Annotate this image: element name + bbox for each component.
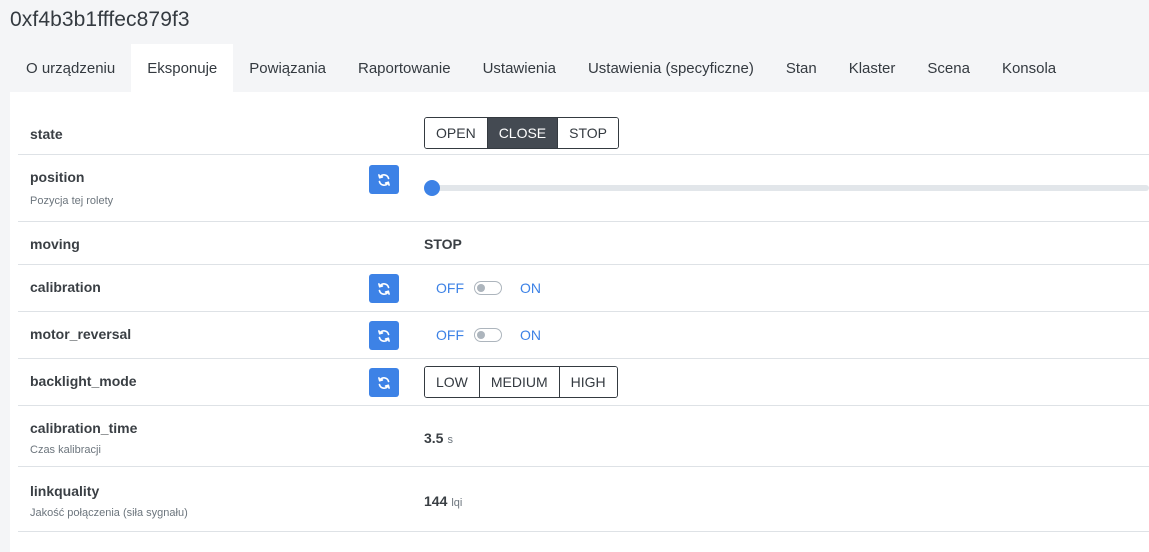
state-open-button[interactable]: OPEN xyxy=(425,118,487,148)
tab-bar: O urządzeniu Eksponuje Powiązania Raport… xyxy=(10,44,1072,92)
row-backlight-mode: backlight_mode LOW MEDIUM HIGH xyxy=(18,359,1149,406)
refresh-icon xyxy=(378,282,390,295)
row-label: linkquality xyxy=(30,483,100,499)
row-calibration-time: calibration_time Czas kalibracji 3.5 s xyxy=(18,406,1149,467)
backlight-low-button[interactable]: LOW xyxy=(425,367,479,397)
calibration-toggle: OFF ON xyxy=(436,278,541,298)
page-title: 0xf4b3b1fffec879f3 xyxy=(10,8,190,31)
tab-ustawienia-specyficzne[interactable]: Ustawienia (specyficzne) xyxy=(572,44,770,92)
calibration-refresh-button[interactable] xyxy=(369,274,399,303)
row-state: state OPEN CLOSE STOP xyxy=(18,107,1149,155)
tab-eksponuje[interactable]: Eksponuje xyxy=(131,44,234,92)
switch-knob xyxy=(477,284,485,292)
row-linkquality: linkquality Jakość połączenia (siła sygn… xyxy=(18,467,1149,532)
calibration-on-label[interactable]: ON xyxy=(520,280,541,296)
tab-raportowanie[interactable]: Raportowanie xyxy=(342,44,467,92)
position-slider[interactable] xyxy=(424,180,1149,196)
calibration-off-label[interactable]: OFF xyxy=(436,280,464,296)
calibration-time-unit: s xyxy=(447,434,453,446)
row-label: position xyxy=(30,169,85,185)
state-stop-button[interactable]: STOP xyxy=(557,118,619,148)
slider-thumb[interactable] xyxy=(424,180,440,196)
state-close-button[interactable]: CLOSE xyxy=(486,118,558,148)
backlight-mode-refresh-button[interactable] xyxy=(369,368,399,397)
refresh-icon xyxy=(378,173,390,186)
motor-reversal-toggle: OFF ON xyxy=(436,325,541,345)
row-label: backlight_mode xyxy=(30,373,137,389)
tab-scena[interactable]: Scena xyxy=(911,44,986,92)
slider-track xyxy=(424,185,1149,191)
tab-klaster[interactable]: Klaster xyxy=(833,44,912,92)
linkquality-value: 144 lqi xyxy=(424,493,462,509)
motor-reversal-refresh-button[interactable] xyxy=(369,321,399,350)
row-label: motor_reversal xyxy=(30,326,132,342)
calibration-time-number: 3.5 xyxy=(424,430,444,446)
backlight-medium-button[interactable]: MEDIUM xyxy=(478,367,559,397)
refresh-icon xyxy=(378,329,390,342)
tab-powiazania[interactable]: Powiązania xyxy=(233,44,342,92)
row-moving: moving STOP xyxy=(18,222,1149,265)
row-label: calibration xyxy=(30,279,101,295)
switch-knob xyxy=(477,331,485,339)
calibration-time-value: 3.5 s xyxy=(424,430,453,446)
tab-o-urzadzeniu[interactable]: O urządzeniu xyxy=(10,44,131,92)
row-label: state xyxy=(30,126,63,142)
row-calibration: calibration OFF ON xyxy=(18,265,1149,312)
tab-stan[interactable]: Stan xyxy=(770,44,833,92)
row-description: Czas kalibracji xyxy=(30,444,101,456)
motor-reversal-on-label[interactable]: ON xyxy=(520,327,541,343)
backlight-mode-button-group: LOW MEDIUM HIGH xyxy=(424,366,618,398)
row-label: calibration_time xyxy=(30,420,138,436)
state-button-group: OPEN CLOSE STOP xyxy=(424,117,620,149)
motor-reversal-switch[interactable] xyxy=(474,328,502,342)
moving-value: STOP xyxy=(424,236,462,252)
backlight-high-button[interactable]: HIGH xyxy=(558,367,617,397)
row-motor-reversal: motor_reversal OFF ON xyxy=(18,312,1149,359)
tab-konsola[interactable]: Konsola xyxy=(986,44,1072,92)
row-description: Pozycja tej rolety xyxy=(30,195,114,207)
row-description: Jakość połączenia (siła sygnału) xyxy=(30,507,188,519)
linkquality-number: 144 xyxy=(424,493,448,509)
calibration-switch[interactable] xyxy=(474,281,502,295)
linkquality-unit: lqi xyxy=(451,497,463,509)
row-label: moving xyxy=(30,236,80,252)
motor-reversal-off-label[interactable]: OFF xyxy=(436,327,464,343)
tab-ustawienia[interactable]: Ustawienia xyxy=(467,44,572,92)
refresh-icon xyxy=(378,376,390,389)
row-position: position Pozycja tej rolety xyxy=(18,155,1149,222)
exposes-panel: state OPEN CLOSE STOP position Pozycja t… xyxy=(10,92,1149,552)
position-refresh-button[interactable] xyxy=(369,165,399,194)
